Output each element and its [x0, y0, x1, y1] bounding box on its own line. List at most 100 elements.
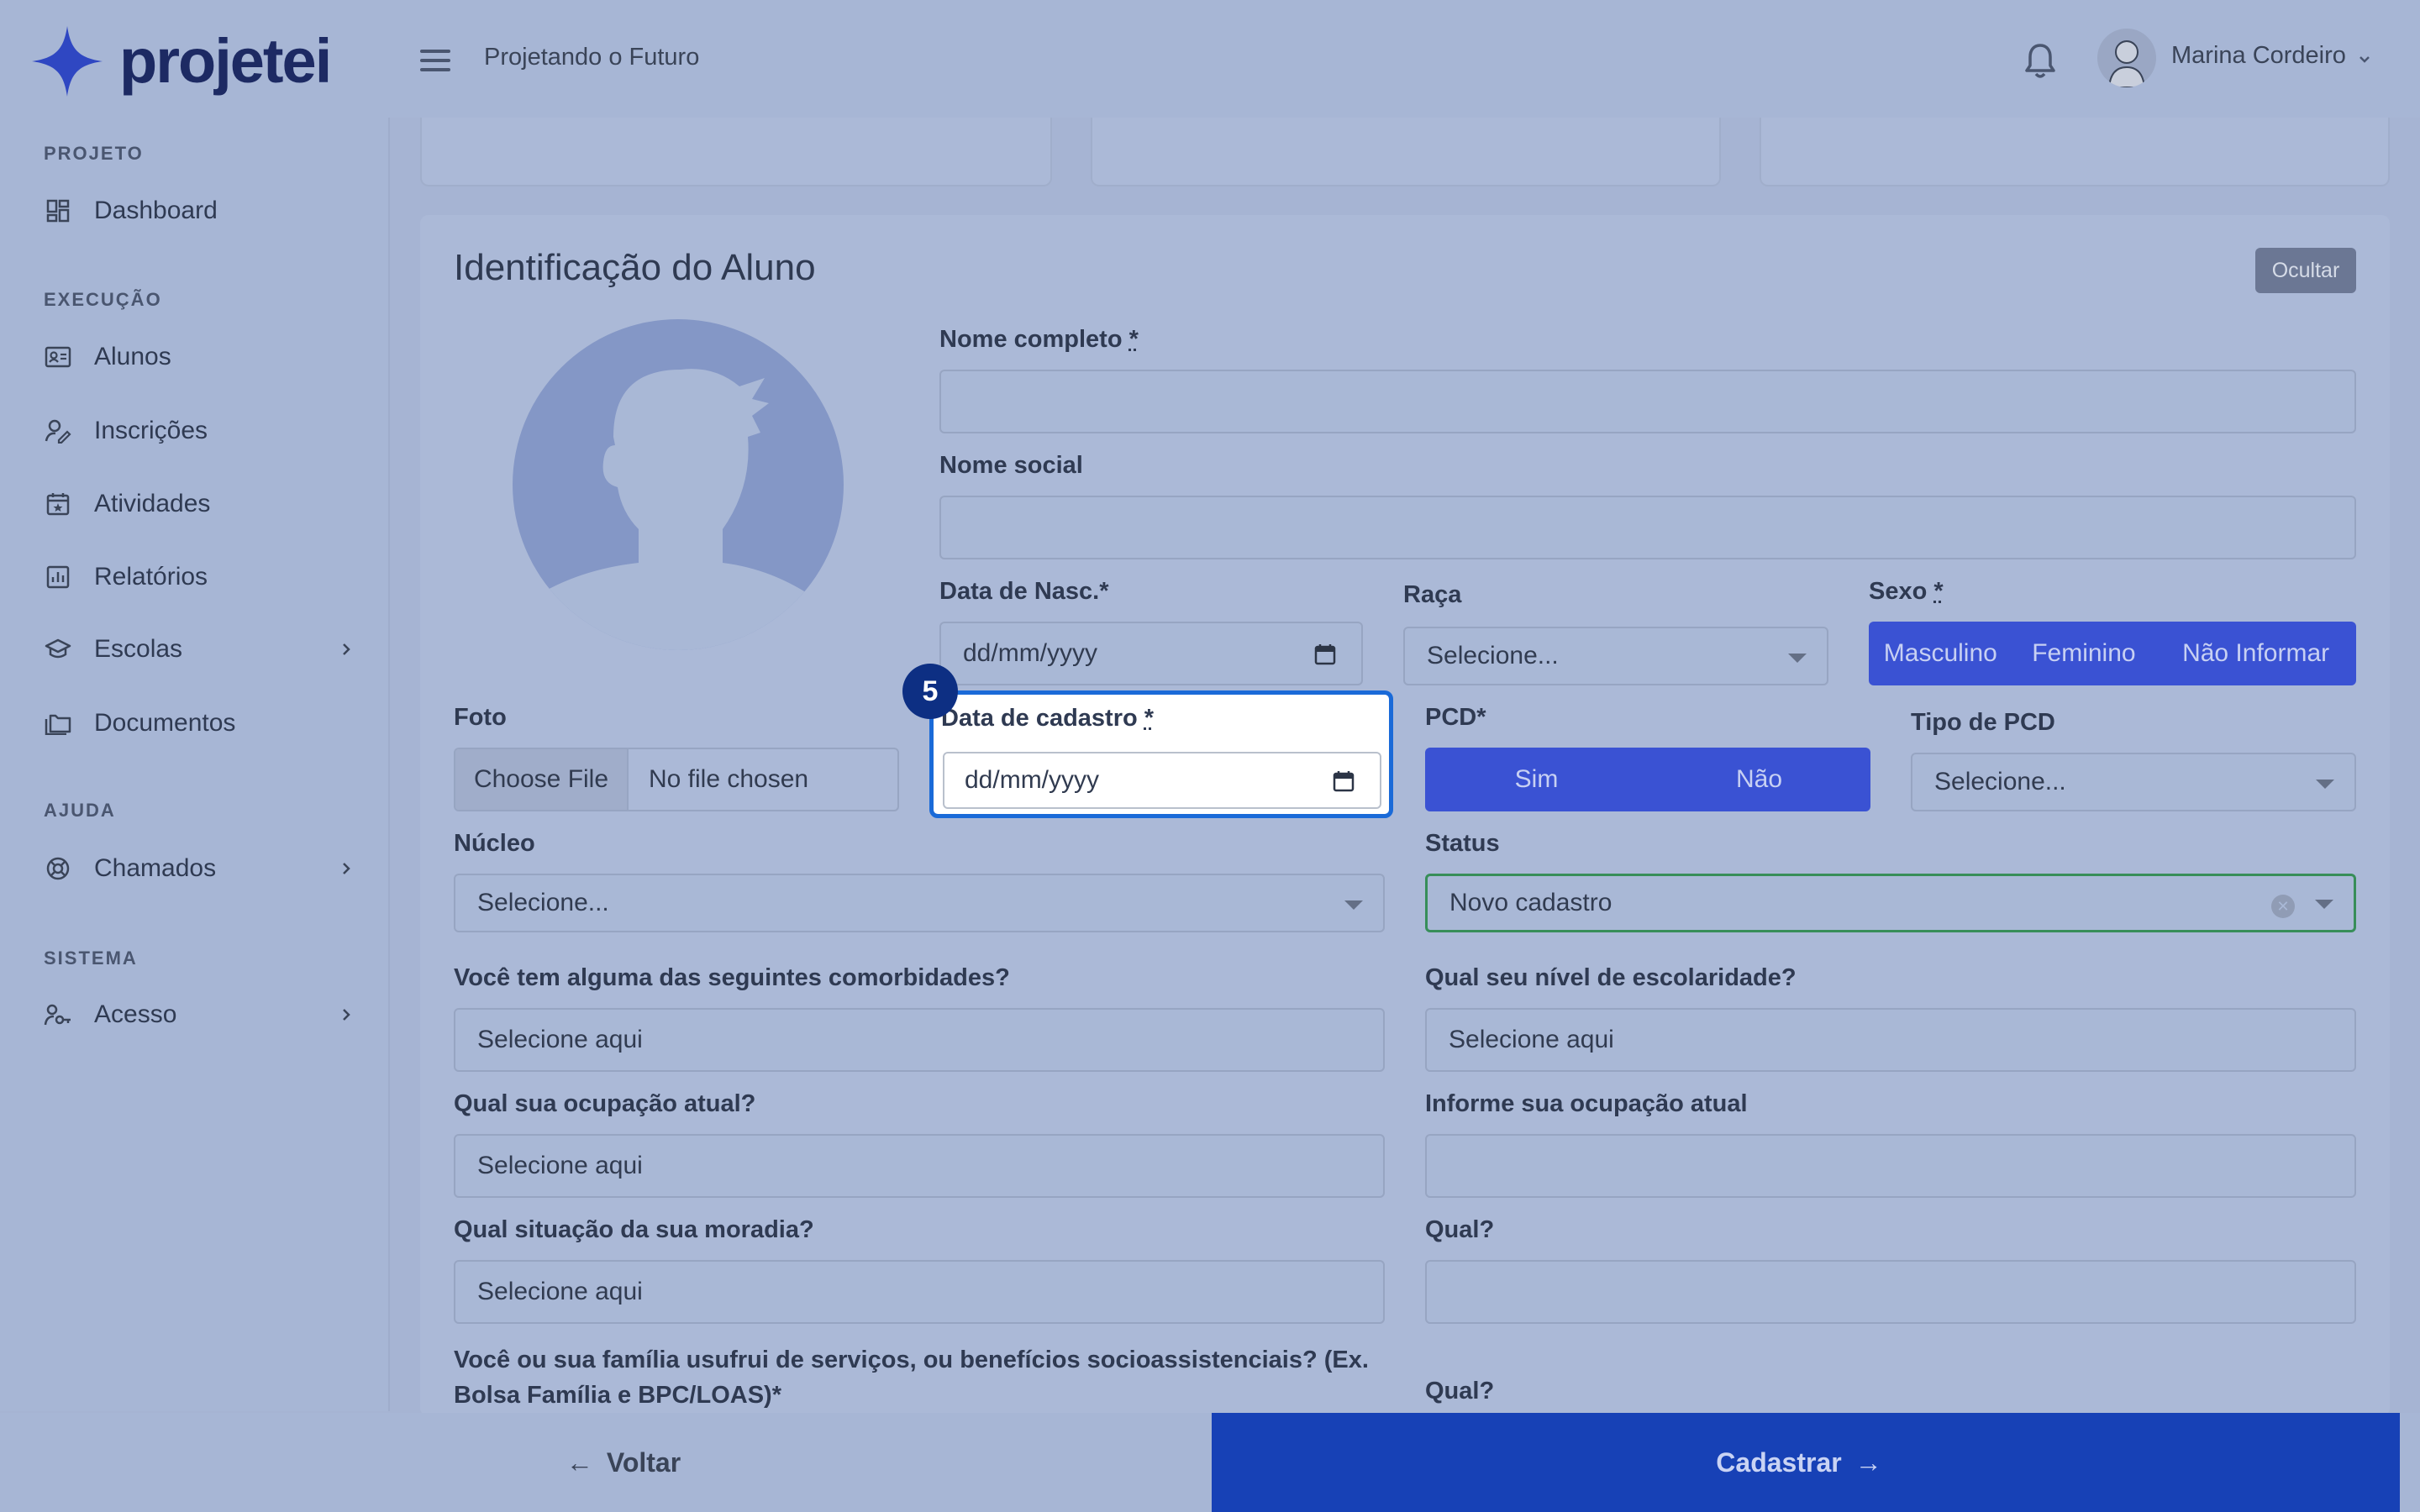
- back-button-label: Voltar: [606, 1446, 681, 1478]
- pcd-option-sim[interactable]: Sim: [1425, 748, 1648, 811]
- arrow-right-icon: →: [1854, 1446, 1882, 1478]
- dashboard-icon: [44, 197, 72, 225]
- section-label-ajuda: AJUDA: [44, 800, 116, 821]
- sexo-option-nao-informar[interactable]: Não Informar: [2155, 622, 2356, 685]
- sexo-segmented-control: Masculino Feminino Não Informar: [1869, 622, 2356, 685]
- sidebar: PROJETO Dashboard EXECUÇÃO Alunos Inscri…: [0, 118, 390, 1411]
- caret-down-icon: [1344, 900, 1363, 910]
- beneficios-qual-label: Qual?: [1425, 1378, 1495, 1404]
- nome-social-input[interactable]: [939, 496, 2356, 559]
- user-key-icon: [44, 1000, 72, 1029]
- sidebar-item-escolas[interactable]: Escolas: [44, 626, 355, 673]
- hamburger-menu-icon[interactable]: [417, 42, 454, 79]
- user-edit-icon: [44, 417, 72, 445]
- nucleo-select[interactable]: Selecione...: [454, 874, 1385, 932]
- calendar-icon: [44, 490, 72, 518]
- chevron-down-icon[interactable]: [2356, 50, 2373, 67]
- sidebar-item-inscricoes[interactable]: Inscrições: [44, 407, 355, 454]
- sidebar-item-label: Atividades: [94, 490, 211, 517]
- ocupacao-select[interactable]: Selecione aqui: [454, 1134, 1385, 1198]
- user-name[interactable]: Marina Cordeiro: [2171, 42, 2346, 70]
- submit-button[interactable]: Cadastrar →: [1212, 1413, 2400, 1512]
- sidebar-item-chamados[interactable]: Chamados: [44, 845, 355, 892]
- section-label-execucao: EXECUÇÃO: [44, 289, 162, 310]
- sidebar-item-label: Inscrições: [94, 417, 208, 444]
- calendar-icon[interactable]: [1333, 770, 1355, 792]
- top-bar: projetei Projetando o Futuro Marina Cord…: [0, 0, 2420, 118]
- informe-ocupacao-label: Informe sua ocupação atual: [1425, 1090, 1748, 1117]
- arrow-left-icon: ←: [566, 1446, 593, 1478]
- summary-card: [420, 118, 1052, 186]
- hide-button[interactable]: Ocultar: [2255, 248, 2356, 293]
- moradia-select[interactable]: Selecione aqui: [454, 1260, 1385, 1324]
- caret-down-icon: [1788, 654, 1807, 663]
- sexo-option-masculino[interactable]: Masculino: [1869, 622, 2012, 685]
- back-button[interactable]: ← Voltar: [22, 1413, 1212, 1512]
- file-status-text: No file chosen: [649, 765, 809, 793]
- sidebar-item-relatorios[interactable]: Relatórios: [44, 554, 355, 601]
- pcd-option-nao[interactable]: Não: [1648, 748, 1870, 811]
- tipo-pcd-label: Tipo de PCD: [1911, 709, 2055, 736]
- sidebar-item-alunos[interactable]: Alunos: [44, 333, 355, 381]
- data-cadastro-field-highlight: Data de cadastro * dd/mm/yyyy: [929, 690, 1393, 818]
- tipo-pcd-select[interactable]: Selecione...: [1911, 753, 2356, 811]
- sidebar-item-label: Alunos: [94, 343, 171, 370]
- beneficios-label: Você ou sua família usufrui de serviços,…: [454, 1347, 1369, 1409]
- summary-card: [1091, 118, 1721, 186]
- moradia-label: Qual situação da sua moradia?: [454, 1216, 814, 1243]
- sidebar-item-label: Dashboard: [94, 197, 218, 224]
- data-nasc-input[interactable]: dd/mm/yyyy: [939, 622, 1363, 685]
- data-cadastro-label: Data de cadastro *: [941, 705, 1155, 732]
- lifebuoy-icon: [44, 854, 72, 883]
- chevron-right-icon: [338, 860, 355, 877]
- moradia-qual-input[interactable]: [1425, 1260, 2356, 1324]
- bar-chart-icon: [44, 563, 72, 591]
- star-logo-icon: [32, 26, 103, 97]
- informe-ocupacao-input[interactable]: [1425, 1134, 2356, 1198]
- id-card-icon: [44, 343, 72, 371]
- caret-down-icon: [2316, 780, 2334, 789]
- clear-icon[interactable]: ✕: [2271, 895, 2295, 918]
- sidebar-item-label: Relatórios: [94, 563, 208, 591]
- caret-down-icon: [2315, 900, 2333, 909]
- foto-label: Foto: [454, 704, 507, 731]
- choose-file-button[interactable]: Choose File: [455, 749, 629, 810]
- user-avatar[interactable]: [2097, 29, 2156, 87]
- chevron-right-icon: [338, 641, 355, 658]
- data-cadastro-input[interactable]: dd/mm/yyyy: [943, 752, 1381, 809]
- escolaridade-label: Qual seu nível de escolaridade?: [1425, 964, 1797, 991]
- sidebar-item-label: Documentos: [94, 709, 236, 737]
- sidebar-item-label: Acesso: [94, 1000, 177, 1028]
- logo-text: projetei: [119, 26, 332, 96]
- sexo-option-feminino[interactable]: Feminino: [2012, 622, 2156, 685]
- status-select[interactable]: Novo cadastro ✕: [1425, 874, 2356, 932]
- calendar-icon[interactable]: [1314, 643, 1336, 665]
- comorbidades-select[interactable]: Selecione aqui: [454, 1008, 1385, 1072]
- step-badge: 5: [902, 664, 958, 719]
- nome-social-label: Nome social: [939, 452, 1083, 479]
- bell-icon[interactable]: [2022, 40, 2059, 81]
- sidebar-item-atividades[interactable]: Atividades: [44, 480, 355, 528]
- section-label-projeto: PROJETO: [44, 143, 144, 164]
- moradia-qual-label: Qual?: [1425, 1216, 1495, 1243]
- submit-button-label: Cadastrar: [1716, 1446, 1842, 1478]
- logo[interactable]: projetei: [30, 24, 332, 99]
- graduation-cap-icon: [44, 635, 72, 664]
- card-title: Identificação do Aluno: [454, 247, 816, 288]
- student-photo-placeholder: [513, 319, 844, 650]
- sidebar-item-dashboard[interactable]: Dashboard: [44, 187, 355, 234]
- raca-label: Raça: [1403, 581, 1462, 608]
- nucleo-label: Núcleo: [454, 830, 535, 857]
- sidebar-item-label: Escolas: [94, 635, 183, 663]
- raca-select[interactable]: Selecione...: [1403, 627, 1828, 685]
- foto-file-input[interactable]: Choose File No file chosen: [454, 748, 899, 811]
- sidebar-item-documentos[interactable]: Documentos: [44, 700, 355, 747]
- pcd-label: PCD*: [1425, 704, 1486, 731]
- project-name: Projetando o Futuro: [484, 44, 700, 71]
- escolaridade-select[interactable]: Selecione aqui: [1425, 1008, 2356, 1072]
- nome-completo-input[interactable]: [939, 370, 2356, 433]
- sidebar-item-acesso[interactable]: Acesso: [44, 991, 355, 1038]
- bottom-action-bar: ← Voltar Cadastrar →: [0, 1413, 2420, 1512]
- status-label: Status: [1425, 830, 1500, 857]
- section-label-sistema: SISTEMA: [44, 948, 138, 969]
